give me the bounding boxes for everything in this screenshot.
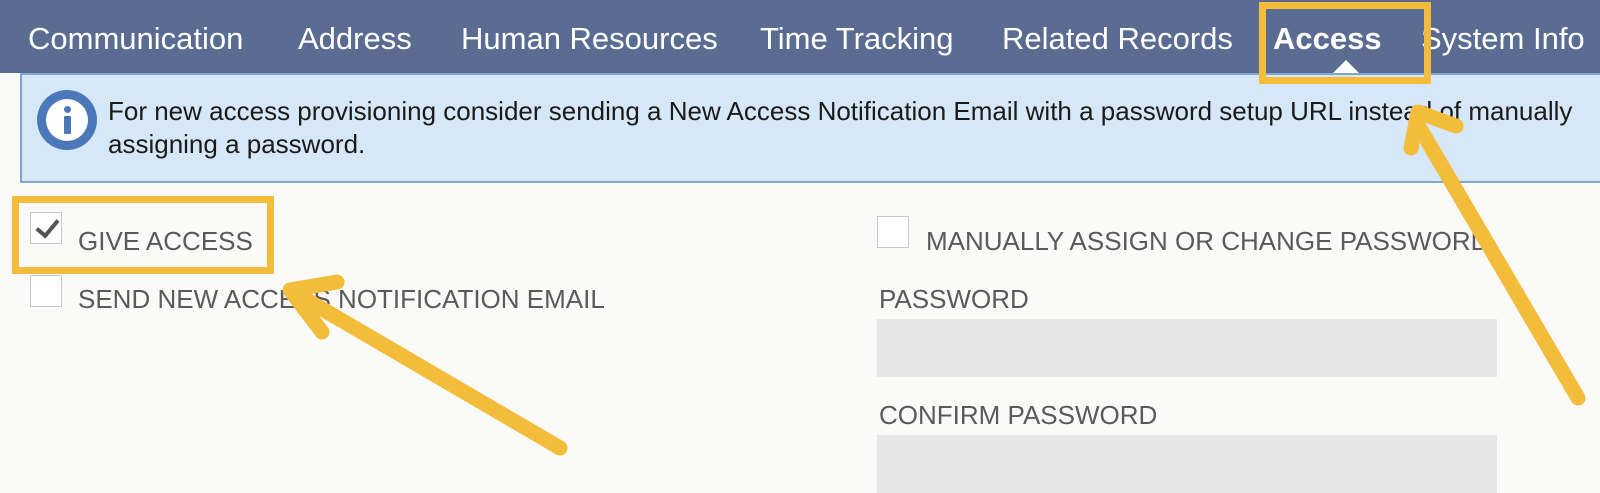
arrow-to-give-access: [282, 274, 568, 456]
annotation-arrows: [282, 104, 1586, 456]
arrow-to-access-tab: [1403, 104, 1586, 406]
